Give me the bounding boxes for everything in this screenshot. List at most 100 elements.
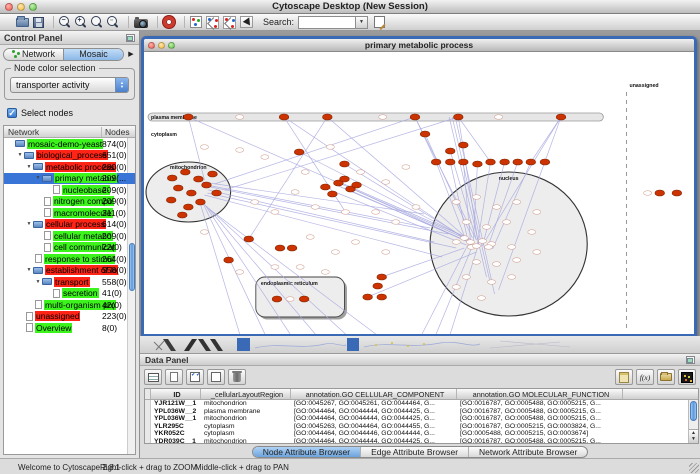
table-scrollbar-thumb[interactable] [690,401,697,421]
tab-mosaic[interactable]: Mosaic [63,49,123,60]
zoom-in-button[interactable]: + [75,15,87,29]
select-attributes-button[interactable]: ✓✓ [186,369,204,385]
save-button[interactable] [33,15,44,29]
search-dropdown-button[interactable]: ▼ [355,16,368,29]
disclosure-triangle-icon[interactable]: ▼ [25,267,33,273]
tree-row[interactable]: ▼biological_process651(0) [4,150,135,162]
disclosure-triangle-icon[interactable]: ▼ [34,175,42,181]
attribute-report-button[interactable] [615,369,633,385]
table-cell: [GO:0044464, GO:0044444, GO:0044425, G..… [291,438,457,444]
import-attributes-button[interactable] [657,369,675,385]
tree-row[interactable]: ▼primary metabol209(... [4,173,135,185]
tree-row[interactable]: cell communicat22(0) [4,242,135,254]
folder-icon [33,267,43,274]
tree-row[interactable]: unassigned223(0) [4,311,135,323]
annotation-icon[interactable] [374,16,385,28]
table-cell: [GO:0044464, GO:0044444, GO:0044425, G..… [291,408,457,416]
table-scrollbar[interactable]: ▲▼ [688,400,698,443]
tree-row[interactable]: ▼establishment of lo558(0) [4,265,135,277]
tree-row-label: cellular process [45,219,106,229]
disclosure-triangle-icon[interactable]: ▼ [16,152,24,158]
table-row[interactable]: YDR039C__1mitochondrion[GO:0044464, GO:0… [145,438,688,444]
zoom-fit-button[interactable] [91,15,103,29]
compare-networks-button-2[interactable] [223,15,236,29]
vizmapper-button[interactable] [190,15,202,29]
open-file-button[interactable] [16,15,29,29]
tree-row[interactable]: nucleobase-209(0) [4,184,135,196]
data-panel: Data Panel ✓✓ f(x) [140,353,700,445]
tree-row[interactable]: Overview8(0) [4,322,135,334]
delete-attribute-button[interactable] [228,369,246,385]
heatmap-icon [681,372,693,383]
snapshot-button[interactable] [134,15,148,29]
network-leaf-icon [44,231,51,240]
tree-row[interactable]: nitrogen compo209(0) [4,196,135,208]
window-title: Cytoscape Desktop (New Session) [0,1,700,12]
new-attribute-button[interactable] [165,369,183,385]
tree-row-node-count: 264(0) [102,254,127,264]
tree-row[interactable]: ▼transport558(0) [4,276,135,288]
network-canvas-svg[interactable]: plasma membranecytoplasmmitochondrionnuc… [144,52,694,334]
help-button[interactable] [163,15,175,29]
table-row[interactable]: YJR121W__1mitochondrion[GO:0045267, GO:0… [145,400,688,408]
folder-icon [42,175,52,182]
unselect-attributes-button[interactable] [207,369,225,385]
resize-grip[interactable] [689,463,699,473]
col-header-region[interactable]: _cellularLayoutRegion [201,389,291,399]
data-panel-title: Data Panel [145,355,188,365]
tree-col-network[interactable]: Network [8,127,39,137]
folder-icon [33,221,43,228]
tree-col-nodes[interactable]: Nodes [101,127,130,137]
tree-row[interactable]: mosaic-demo-yeast874(0) [4,138,135,150]
table-cell: [GO:0016787, GO:0005488, GO:0005215, G..… [457,408,623,416]
tab-network-attribute-browser[interactable]: Network Attribute Browser [468,447,587,457]
search-input[interactable] [298,16,355,29]
tree-row-node-count: 280(0) [102,162,127,172]
disclosure-triangle-icon[interactable]: ▼ [25,164,33,170]
folder-icon [15,140,25,147]
float-panel-icon[interactable] [686,356,695,364]
formula-builder-button[interactable]: f(x) [636,369,654,385]
network-leaf-icon [44,197,51,206]
tree-row-node-count: 614(0) [102,219,127,229]
attribute-matrix-button[interactable] [678,369,696,385]
select-mode-button[interactable] [240,15,253,29]
col-header-cellular-component[interactable]: annotation.GO CELLULAR_COMPONENT [291,389,457,399]
table-cell: [GO:0016787, GO:0005215, GO:0003824, G..… [457,423,623,431]
zoom-out-button[interactable]: − [59,15,71,29]
tree-row[interactable]: response to stimul264(0) [4,253,135,265]
node-color-select[interactable]: transporter activity ▲▼ [10,77,129,93]
tree-row[interactable]: macromolecule311(0) [4,207,135,219]
tree-row-label: Overview [35,323,72,333]
tree-row[interactable]: ▼metabolic process280(0) [4,161,135,173]
browser-tab-bar: Node Attribute Browser Edge Attribute Br… [140,445,700,458]
col-header-molecular-function[interactable]: annotation.GO MOLECULAR_FUNCTION [457,389,623,399]
table-row[interactable]: YPL036W__1mitochondrion[GO:0044464, GO:0… [145,415,688,423]
table-row[interactable]: YPL036W__2plasma membrane[GO:0044464, GO… [145,408,688,416]
tab-edge-attribute-browser[interactable]: Edge Attribute Browser [360,447,468,457]
search-combo: ▼ [298,16,368,29]
table-icon [148,373,159,382]
scroll-arrows[interactable]: ▲▼ [689,429,698,443]
attribute-table-button[interactable] [144,369,162,385]
float-panel-icon[interactable] [126,34,135,42]
select-nodes-checkbox[interactable]: ✓ [7,108,17,118]
network-window-titlebar: primary metabolic process [144,39,694,52]
col-header-id[interactable]: ID [151,389,201,399]
network-leaf-icon [26,323,33,332]
more-tabs-arrow[interactable]: ▶ [126,50,136,58]
tab-node-attribute-browser[interactable]: Node Attribute Browser [253,447,360,457]
tree-row[interactable]: ▼ cellular process614(0) [4,219,135,231]
tab-network[interactable]: Network [4,49,63,60]
zoom-selected-button[interactable]: ▫ [107,15,119,29]
disclosure-triangle-icon[interactable]: ▼ [34,279,42,285]
table-row[interactable]: YKR052Ccytoplasm[GO:0044464, GO:0044446,… [145,430,688,438]
table-row[interactable]: YLR295Ccytoplasm[GO:0045263, GO:0044464,… [145,423,688,431]
tree-row[interactable]: cellular metabo209(0) [4,230,135,242]
disclosure-triangle-icon[interactable]: ▼ [25,221,33,227]
tree-row[interactable]: multi-organism pro42(0) [4,299,135,311]
zoom-out-icon: − [59,16,71,28]
compare-networks-button-1[interactable] [206,15,219,29]
tree-row[interactable]: secretion41(0) [4,288,135,300]
background-windows-decoration [140,336,700,353]
